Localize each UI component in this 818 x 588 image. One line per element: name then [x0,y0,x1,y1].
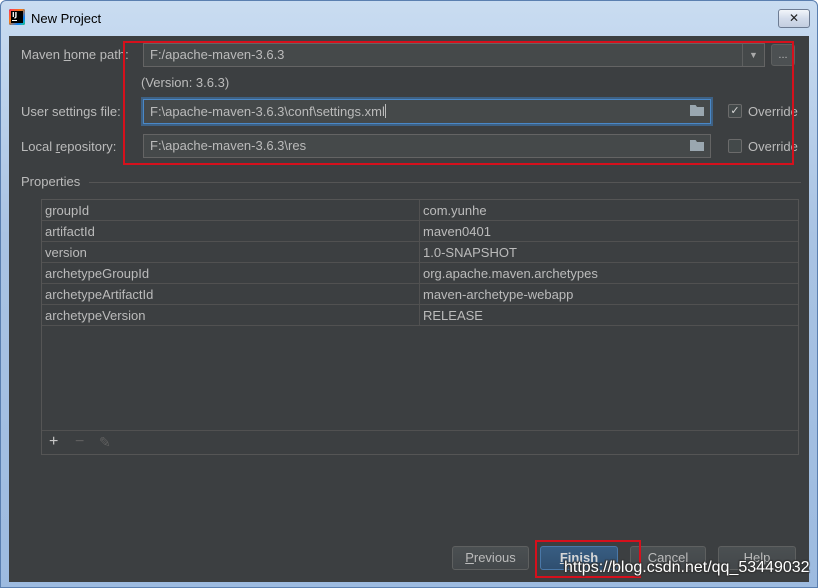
property-key: archetypeGroupId [45,266,150,281]
local-repository-label: Local repository: [21,139,117,154]
intellij-app-icon: IJ [9,9,25,25]
user-settings-label: User settings file: [21,104,121,119]
property-value[interactable]: 1.0-SNAPSHOT [423,245,517,260]
table-row[interactable]: archetypeGroupId org.apache.maven.archet… [42,263,798,284]
property-key: archetypeVersion [45,308,146,323]
properties-title: Properties [21,174,81,189]
property-key: artifactId [45,224,95,239]
maven-home-label: Maven home path: [21,47,129,62]
close-icon: ✕ [788,11,800,25]
edit-icon[interactable]: ✎ [99,433,111,451]
title-bar[interactable]: IJ New Project ✕ [1,1,817,37]
annotation-box-settings [123,41,794,165]
property-value[interactable]: org.apache.maven.archetypes [423,266,598,281]
previous-button[interactable]: Previous [452,546,529,570]
table-row[interactable]: archetypeArtifactId maven-archetype-weba… [42,284,798,305]
remove-icon[interactable]: − [75,433,84,451]
close-window-button[interactable]: ✕ [778,9,810,28]
table-row[interactable]: artifactId maven0401 [42,221,798,242]
property-value[interactable]: com.yunhe [423,203,487,218]
window-title: New Project [31,11,102,26]
table-row[interactable]: version 1.0-SNAPSHOT [42,242,798,263]
property-value[interactable]: RELEASE [423,308,483,323]
property-value[interactable]: maven0401 [423,224,491,239]
table-row[interactable]: groupId com.yunhe [42,200,798,221]
property-key: groupId [45,203,90,218]
app-icon-text: IJ [12,11,18,19]
section-divider [89,182,801,183]
table-toolbar: + − ✎ [42,430,798,455]
property-key: version [45,245,87,260]
property-key: archetypeArtifactId [45,287,154,302]
new-project-window: IJ New Project ✕ Maven home path: F:/apa… [0,0,818,588]
properties-table: groupId com.yunhe artifactId maven0401 v… [41,199,799,455]
add-icon[interactable]: + [49,433,58,451]
watermark-text: https://blog.csdn.net/qq_53449032 [564,559,810,576]
property-value[interactable]: maven-archetype-webapp [423,287,573,302]
table-row[interactable]: archetypeVersion RELEASE [42,305,798,326]
